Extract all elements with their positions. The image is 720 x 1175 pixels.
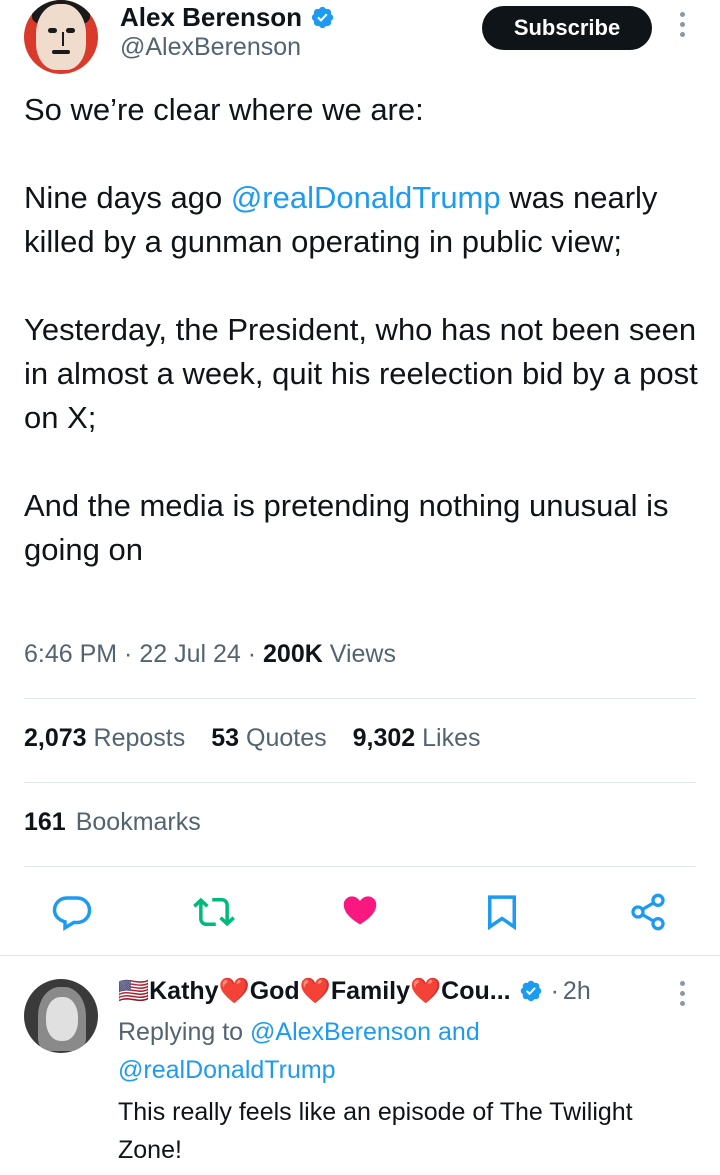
divider [24, 782, 696, 783]
avatar-face [46, 997, 78, 1041]
tweet-time[interactable]: 6:46 PM [24, 640, 117, 668]
share-button[interactable] [626, 888, 670, 936]
divider [24, 698, 696, 699]
divider [0, 955, 720, 956]
more-options-icon[interactable] [676, 12, 688, 44]
reposts-stat[interactable]: 2,073 Reposts [24, 724, 185, 753]
avatar-eye [48, 28, 57, 33]
likes-label: Likes [415, 724, 481, 752]
divider [24, 866, 696, 867]
author-name-line[interactable]: Alex Berenson [120, 0, 335, 34]
repost-button[interactable] [192, 888, 236, 936]
bookmarks-count: 161 [24, 808, 66, 836]
replying-prefix: Replying to [118, 1018, 251, 1046]
views-label: Views [322, 640, 396, 668]
reposts-label: Reposts [86, 724, 186, 752]
bookmarks-stat[interactable]: 161 Bookmarks [24, 808, 201, 837]
quotes-label: Quotes [239, 724, 327, 752]
quotes-stat[interactable]: 53 Quotes [211, 724, 326, 753]
bookmark-button[interactable] [480, 888, 524, 936]
tweet-header: Alex Berenson @AlexBerenson Subscribe [0, 0, 720, 80]
reply-name-line: 🇺🇸Kathy❤️God❤️Family❤️Cou... · 2h [118, 973, 591, 1009]
reply-more-options-icon[interactable] [676, 981, 688, 1013]
verified-badge-icon [520, 980, 541, 1002]
reply-time[interactable]: 2h [563, 977, 591, 1006]
reply-time-separator: · [550, 976, 559, 1005]
action-bar [0, 888, 720, 936]
repost-icon [193, 897, 235, 927]
meta-separator: · [117, 640, 140, 668]
avatar-eye [66, 28, 75, 33]
verified-badge-icon [311, 6, 334, 28]
author-handle[interactable]: @AlexBerenson [120, 33, 301, 62]
meta-separator: · [240, 640, 264, 668]
bookmark-icon [488, 895, 516, 931]
avatar-nose [58, 32, 64, 46]
reply-avatar[interactable] [24, 979, 98, 1053]
tweet-date[interactable]: 22 Jul 24 [139, 640, 240, 668]
views-count: 200K [263, 640, 323, 668]
reply-text: This really feels like an episode of The… [118, 1098, 633, 1164]
bookmarks-label: Bookmarks [75, 808, 201, 836]
tweet-paragraph: Nine days ago @realDonaldTrump was nearl… [24, 176, 704, 264]
mention-link[interactable]: @realDonaldTrump [118, 1056, 336, 1084]
tweet-paragraph: And the media is pretending nothing unus… [24, 488, 669, 567]
mention-link[interactable]: @AlexBerenson [250, 1018, 431, 1046]
heart-icon [343, 896, 377, 925]
likes-stat[interactable]: 9,302 Likes [353, 724, 481, 753]
reply-icon [52, 896, 92, 931]
like-button[interactable] [338, 888, 382, 936]
tweet-paragraph: So we’re clear where we are: [24, 92, 424, 127]
share-icon [631, 893, 665, 931]
quotes-count: 53 [211, 724, 240, 752]
tweet-text-span: Nine days ago [24, 180, 231, 215]
subscribe-button[interactable]: Subscribe [482, 6, 652, 50]
mention-link[interactable]: @realDonaldTrump [231, 180, 501, 215]
author-avatar[interactable] [24, 0, 98, 74]
reply-display-name[interactable]: 🇺🇸Kathy❤️God❤️Family❤️Cou... [118, 977, 511, 1006]
reply-button[interactable] [50, 888, 94, 936]
avatar-mouth [52, 50, 70, 54]
tweet-text: So we’re clear where we are: Nine days a… [24, 88, 704, 572]
likes-count: 9,302 [352, 724, 416, 752]
replying-to: Replying to @AlexBerenson and @realDonald… [118, 1013, 678, 1089]
tweet-paragraph: Yesterday, the President, who has not be… [24, 312, 698, 435]
reply-tweet[interactable]: 🇺🇸Kathy❤️God❤️Family❤️Cou... · 2h Replyi… [0, 965, 720, 1175]
tweet-meta: 6:46 PM · 22 Jul 24 · 200K Views [24, 640, 396, 669]
engagement-stats: 2,073 Reposts 53 Quotes 9,302 Likes [24, 724, 506, 753]
replying-and: and [431, 1018, 480, 1046]
author-display-name[interactable]: Alex Berenson [120, 2, 302, 33]
reposts-count: 2,073 [24, 724, 87, 752]
